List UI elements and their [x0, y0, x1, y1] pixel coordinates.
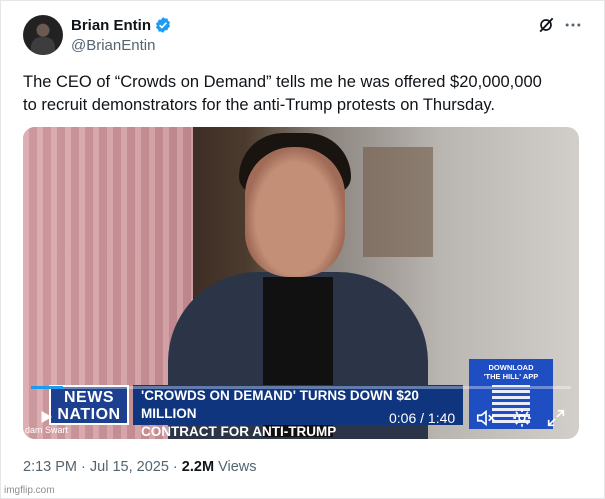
tweet-text: The CEO of “Crowds on Demand” tells me h…	[23, 71, 583, 117]
download-line: 'THE HILL' APP	[483, 372, 539, 381]
volume-icon[interactable]	[475, 407, 497, 429]
author-name[interactable]: Brian Entin	[71, 17, 151, 34]
more-icon[interactable]	[563, 15, 583, 35]
video-shelf	[363, 147, 433, 257]
tweet-timestamp[interactable]: 2:13 PM · Jul 15, 2025 ·	[23, 459, 178, 475]
tweet-text-line: to recruit demonstrators for the anti-Tr…	[23, 96, 495, 114]
video-person-head	[245, 147, 345, 277]
download-line: DOWNLOAD	[488, 363, 534, 372]
verified-icon	[156, 17, 170, 33]
video-progress-fill	[31, 386, 64, 389]
logo-line: NATION	[57, 406, 121, 423]
settings-icon[interactable]	[511, 407, 533, 429]
play-icon[interactable]	[37, 408, 55, 426]
name-tag: dam Swart	[25, 425, 69, 435]
tweet-meta: 2:13 PM · Jul 15, 2025 · 2.2M Views	[23, 459, 256, 475]
video-progress-bar[interactable]	[31, 386, 571, 389]
watermark: imgflip.com	[4, 485, 55, 496]
video-player[interactable]: NEWS NATION 'CROWDS ON DEMAND' TURNS DOW…	[23, 127, 579, 439]
grok-icon[interactable]	[536, 15, 556, 35]
author-handle[interactable]: @BrianEntin	[71, 37, 155, 54]
avatar[interactable]	[23, 15, 63, 55]
logo-line: NEWS	[64, 389, 114, 406]
views-count: 2.2M	[181, 459, 215, 475]
tweet-card: Brian Entin @BrianEntin The CEO of “Crow…	[0, 0, 605, 499]
tweet-text-line: The CEO of “Crowds on Demand” tells me h…	[23, 73, 542, 91]
newsnation-logo: NEWS NATION	[49, 385, 129, 425]
video-time: 0:06 / 1:40	[389, 410, 456, 426]
views-label: Views	[218, 459, 257, 475]
fullscreen-icon[interactable]	[545, 407, 567, 429]
